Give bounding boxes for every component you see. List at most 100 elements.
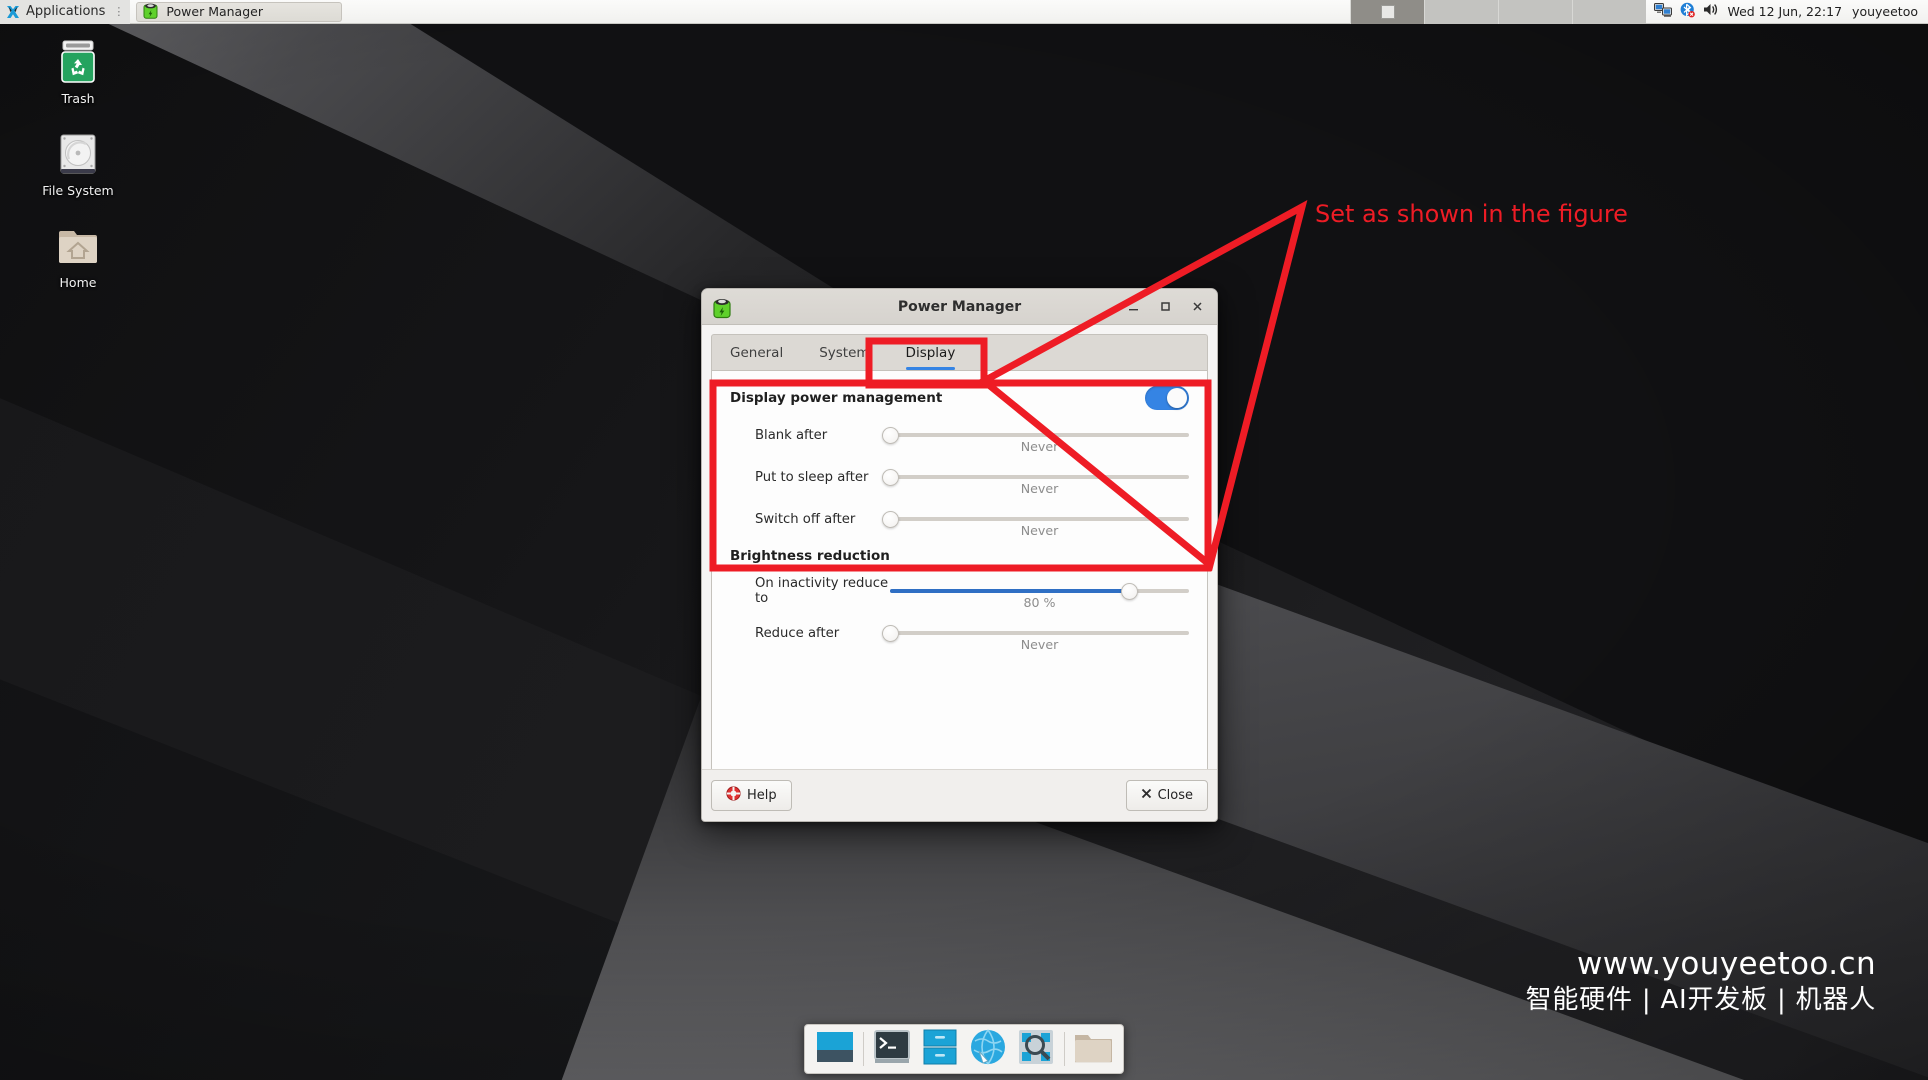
dock-item-display-settings[interactable] [814, 1028, 856, 1070]
dock-separator [1064, 1032, 1065, 1066]
maximize-button[interactable] [1149, 293, 1181, 321]
row-put-to-sleep-after: Put to sleep after Never [730, 459, 1189, 496]
slider-track [890, 475, 1189, 479]
dock-separator [863, 1032, 864, 1066]
top-panel: Applications ⋮ Power Manager Wed 12 Jun,… [0, 0, 1928, 24]
slider-track [890, 433, 1189, 437]
on-inactivity-reduce-to-control: 80 % [890, 573, 1189, 610]
section-title: Brightness reduction [730, 548, 890, 564]
dock-item-file-manager[interactable] [1072, 1028, 1114, 1070]
display-power-management-header: Display power management [730, 385, 1189, 411]
annotation-text: Set as shown in the figure [1315, 200, 1628, 228]
tab-display[interactable]: Display [887, 335, 974, 370]
blank-after-control: Never [882, 417, 1189, 454]
network-workstation-icon[interactable] [1654, 2, 1673, 22]
window-slot[interactable] [1498, 0, 1573, 24]
put-to-sleep-after-control: Never [882, 459, 1189, 496]
watermark: www.youyeetoo.cn 智能硬件 | AI开发板 | 机器人 [1526, 945, 1876, 1018]
close-dialog-button[interactable]: Close [1125, 780, 1208, 811]
x-icon [1141, 788, 1152, 803]
applications-menu-button[interactable]: Applications ⋮ [0, 0, 131, 24]
row-blank-after: Blank after Never [730, 417, 1189, 454]
battery-icon [143, 2, 158, 22]
help-button-label: Help [747, 788, 777, 803]
minimize-button[interactable] [1117, 293, 1149, 321]
web-browser-icon [969, 1028, 1007, 1070]
lifebuoy-icon [726, 786, 741, 805]
watermark-url: www.youyeetoo.cn [1576, 946, 1876, 983]
section-title: Display power management [730, 390, 943, 406]
task-button-label: Power Manager [166, 4, 263, 19]
row-label: Reduce after [755, 625, 840, 641]
watermark-tagline: 智能硬件 | AI开发板 | 机器人 [1525, 985, 1876, 1016]
row-reduce-after: Reduce after Never [730, 615, 1189, 652]
row-label: On inactivity reduce to [755, 576, 889, 606]
row-on-inactivity-reduce-to: On inactivity reduce to 80 % [730, 573, 1189, 610]
row-label: Switch off after [755, 511, 856, 527]
grip-handle-icon: ⋮ [113, 5, 124, 18]
xfce-mouse-icon [6, 5, 20, 19]
tab-strip: General System Display [711, 334, 1208, 370]
battery-icon [712, 297, 732, 318]
settings-notebook: General System Display Display power man… [702, 325, 1217, 775]
window-titlebar[interactable]: Power Manager [702, 289, 1217, 325]
dock-item-web-browser[interactable] [967, 1028, 1009, 1070]
task-button-power-manager[interactable]: Power Manager [136, 1, 343, 22]
dock-item-terminal[interactable] [871, 1028, 913, 1070]
window-slot[interactable] [1572, 0, 1647, 24]
slider-track [890, 517, 1189, 521]
slider-value: Never [1020, 637, 1059, 652]
slider-value: Never [1020, 439, 1059, 454]
desktop-icon-label: Trash [61, 91, 95, 106]
harddisk-icon [30, 130, 126, 178]
help-button[interactable]: Help [711, 780, 792, 811]
trash-icon [30, 38, 126, 86]
tab-label: General [730, 344, 784, 361]
tab-label: Display [905, 344, 956, 361]
display-settings-icon [816, 1028, 854, 1070]
slider-track [890, 631, 1189, 635]
row-label: Blank after [755, 427, 828, 443]
window-thumb-icon [1380, 4, 1395, 19]
switch-off-after-control: Never [882, 501, 1189, 538]
system-tray [1646, 2, 1727, 22]
window-slot[interactable] [1424, 0, 1499, 24]
dock-item-app-finder[interactable] [1015, 1028, 1057, 1070]
desktop-icon-home[interactable]: Home [30, 222, 126, 290]
close-dialog-label: Close [1157, 788, 1193, 803]
desktop-icon-file-system[interactable]: File System [30, 130, 126, 198]
tab-general[interactable]: General [712, 335, 801, 370]
dock [804, 1024, 1124, 1074]
slider-value: Never [1020, 481, 1059, 496]
slider-fill [890, 589, 1130, 593]
slider-value: Never [1020, 523, 1059, 538]
terminal-icon [874, 1029, 910, 1069]
file-manager-icon [1074, 1030, 1113, 1068]
file-cabinet-icon [923, 1028, 957, 1070]
user-menu[interactable]: youyeetoo [1852, 4, 1928, 19]
volume-icon[interactable] [1703, 2, 1719, 21]
home-folder-icon [30, 222, 126, 270]
window-buttons-area [1350, 0, 1647, 24]
brightness-reduction-header: Brightness reduction [730, 537, 1189, 567]
toggle-knob [1167, 388, 1187, 408]
tab-system[interactable]: System [801, 335, 887, 370]
applications-menu-label: Applications [26, 4, 106, 19]
reduce-after-control: Never [882, 615, 1189, 652]
dock-item-file-cabinet[interactable] [919, 1028, 961, 1070]
desktop-icon-label: Home [59, 275, 97, 290]
row-switch-off-after: Switch off after Never [730, 501, 1189, 538]
bluetooth-disabled-icon[interactable] [1680, 2, 1696, 22]
close-button[interactable] [1181, 293, 1213, 321]
clock[interactable]: Wed 12 Jun, 22:17 [1727, 4, 1852, 19]
desktop-icon-trash[interactable]: Trash [30, 38, 126, 106]
window-slot-active[interactable] [1350, 0, 1425, 24]
app-finder-icon [1018, 1029, 1054, 1069]
tab-label: System [819, 344, 870, 361]
display-power-management-toggle[interactable] [1145, 386, 1189, 410]
dialog-action-bar: Help Close [702, 769, 1217, 821]
slider-value: 80 % [1023, 595, 1056, 610]
desktop-icon-label: File System [42, 183, 114, 198]
window-controls [1117, 293, 1217, 321]
power-manager-window: Power Manager General System Display Dis… [701, 288, 1218, 822]
